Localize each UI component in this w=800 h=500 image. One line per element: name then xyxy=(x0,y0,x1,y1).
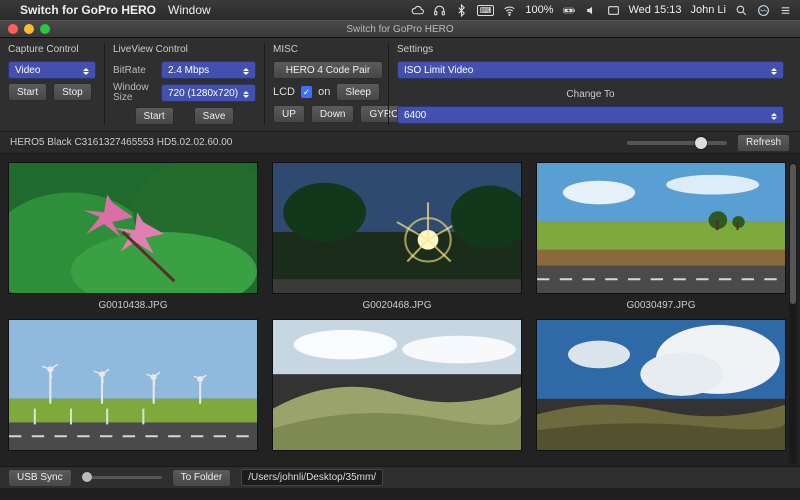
winsize-label: Window Size xyxy=(113,83,155,103)
sleep-button[interactable]: Sleep xyxy=(336,83,380,101)
code-pair-button[interactable]: HERO 4 Code Pair xyxy=(273,61,383,79)
thumbnail-image[interactable] xyxy=(272,162,522,294)
bitrate-value: 2.4 Mbps xyxy=(168,65,209,76)
system-menubar: Switch for GoPro HERO Window ⌨ 100% Wed … xyxy=(0,0,800,20)
to-folder-button[interactable]: To Folder xyxy=(172,469,232,487)
chevron-updown-icon xyxy=(80,64,92,78)
thumbnail-grid[interactable]: G0010438.JPG G0020468.JPG xyxy=(8,162,786,466)
device-header: HERO5 Black C3161327465553 HD5.02.02.60.… xyxy=(0,132,800,154)
thumbnail-cell[interactable] xyxy=(536,319,786,451)
bluetooth-icon[interactable] xyxy=(455,4,468,17)
thumbnail-cell[interactable] xyxy=(272,319,522,451)
sync-progress-slider[interactable] xyxy=(82,476,162,479)
misc-panel: MISC HERO 4 Code Pair LCD ✓ on Sleep UP … xyxy=(264,44,388,125)
spotlight-icon[interactable] xyxy=(735,4,748,17)
clock[interactable]: Wed 15:13 xyxy=(629,4,682,16)
capture-mode-value: Video xyxy=(15,65,40,76)
liveview-save-button[interactable]: Save xyxy=(194,107,235,125)
window-controls xyxy=(8,24,50,34)
chevron-updown-icon xyxy=(768,109,780,123)
down-button[interactable]: Down xyxy=(311,105,355,123)
capture-mode-select[interactable]: Video xyxy=(8,61,96,79)
refresh-button[interactable]: Refresh xyxy=(737,134,790,152)
battery-icon[interactable] xyxy=(563,4,576,17)
cloud-icon[interactable] xyxy=(411,4,424,17)
thumbnail-cell[interactable]: G0020468.JPG xyxy=(272,162,522,319)
zoom-button[interactable] xyxy=(40,24,50,34)
settings-value: 6400 xyxy=(404,110,426,121)
notification-center-icon[interactable] xyxy=(779,4,792,17)
battery-percent: 100% xyxy=(525,4,553,16)
lcd-label: LCD xyxy=(273,86,295,98)
thumbnail-image[interactable] xyxy=(8,162,258,294)
winsize-select[interactable]: 720 (1280x720) xyxy=(161,84,256,102)
winsize-value: 720 (1280x720) xyxy=(168,88,238,99)
thumbnail-size-slider[interactable] xyxy=(627,141,727,145)
controls-toolbar: Capture Control Video Start Stop LiveVie… xyxy=(0,38,800,132)
device-info: HERO5 Black C3161327465553 HD5.02.02.60.… xyxy=(10,137,232,148)
thumbnail-cell[interactable]: G0010438.JPG xyxy=(8,162,258,319)
liveview-start-button[interactable]: Start xyxy=(135,107,174,125)
bitrate-select[interactable]: 2.4 Mbps xyxy=(161,61,256,79)
change-to-label: Change To xyxy=(397,83,784,102)
thumbnail-filename: G0030497.JPG xyxy=(627,294,696,319)
thumbnail-filename: G0010438.JPG xyxy=(99,294,168,319)
gallery-area: G0010438.JPG G0020468.JPG xyxy=(0,154,800,466)
liveview-panel: LiveView Control BitRate 2.4 Mbps Window… xyxy=(104,44,264,125)
headphones-icon[interactable] xyxy=(433,4,446,17)
window-title: Switch for GoPro HERO xyxy=(0,24,800,35)
bitrate-label: BitRate xyxy=(113,65,155,76)
settings-title: Settings xyxy=(397,44,784,55)
menubar-status-area: ⌨ 100% Wed 15:13 John Li xyxy=(411,4,792,17)
capture-stop-button[interactable]: Stop xyxy=(53,83,92,101)
window-titlebar[interactable]: Switch for GoPro HERO xyxy=(0,20,800,38)
user-name[interactable]: John Li xyxy=(691,4,726,16)
scrollbar-thumb[interactable] xyxy=(790,164,796,304)
thumbnail-image[interactable] xyxy=(536,162,786,294)
settings-value-select[interactable]: 6400 xyxy=(397,106,784,124)
destination-path[interactable]: /Users/johnli/Desktop/35mm/ xyxy=(241,469,383,486)
thumbnail-cell[interactable] xyxy=(8,319,258,451)
misc-title: MISC xyxy=(273,44,380,55)
usb-sync-button[interactable]: USB Sync xyxy=(8,469,72,487)
close-button[interactable] xyxy=(8,24,18,34)
lcd-on-checkbox[interactable]: ✓ xyxy=(301,86,312,98)
fastswitch-icon[interactable] xyxy=(607,4,620,17)
slider-thumb[interactable] xyxy=(695,137,707,149)
settings-panel: Settings ISO Limit Video Change To 6400 xyxy=(388,44,792,125)
capture-start-button[interactable]: Start xyxy=(8,83,47,101)
capture-panel: Capture Control Video Start Stop xyxy=(8,44,104,125)
thumbnail-image[interactable] xyxy=(536,319,786,451)
keyboard-lang-icon[interactable]: ⌨ xyxy=(477,5,495,16)
thumbnail-image[interactable] xyxy=(272,319,522,451)
chevron-updown-icon xyxy=(240,87,252,101)
settings-preset-value: ISO Limit Video xyxy=(404,65,473,76)
minimize-button[interactable] xyxy=(24,24,34,34)
app-menu-name[interactable]: Switch for GoPro HERO xyxy=(20,3,156,17)
footer-bar: USB Sync To Folder /Users/johnli/Desktop… xyxy=(0,466,800,488)
settings-preset-select[interactable]: ISO Limit Video xyxy=(397,61,784,79)
thumbnail-image[interactable] xyxy=(8,319,258,451)
capture-title: Capture Control xyxy=(8,44,96,55)
liveview-title: LiveView Control xyxy=(113,44,256,55)
gallery-scrollbar[interactable] xyxy=(789,162,797,464)
thumbnail-cell[interactable]: G0030497.JPG xyxy=(536,162,786,319)
lcd-on-label: on xyxy=(318,86,330,98)
slider-thumb[interactable] xyxy=(82,472,92,482)
chevron-updown-icon xyxy=(240,64,252,78)
chevron-updown-icon xyxy=(768,64,780,78)
volume-icon[interactable] xyxy=(585,4,598,17)
thumbnail-filename: G0020468.JPG xyxy=(363,294,432,319)
wifi-icon[interactable] xyxy=(503,4,516,17)
siri-icon[interactable] xyxy=(757,4,770,17)
up-button[interactable]: UP xyxy=(273,105,305,123)
menu-window[interactable]: Window xyxy=(168,3,211,17)
